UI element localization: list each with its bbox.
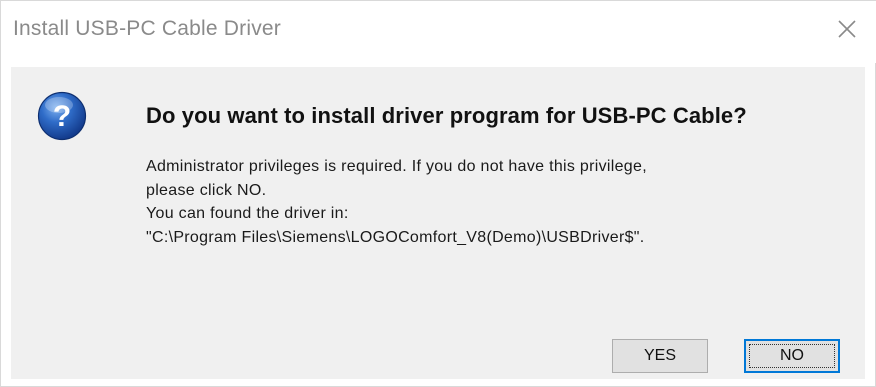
close-button[interactable] bbox=[827, 11, 867, 47]
no-button[interactable]: NO bbox=[744, 339, 840, 373]
svg-text:?: ? bbox=[53, 100, 71, 133]
message-line: You can found the driver in: bbox=[146, 205, 349, 222]
message-line: please click NO. bbox=[146, 181, 267, 199]
window-title: Install USB-PC Cable Driver bbox=[13, 17, 281, 40]
dialog-content: ? Do you want to install driver program … bbox=[11, 67, 865, 379]
main-instruction: Do you want to install driver program fo… bbox=[146, 103, 747, 128]
title-bar: Install USB-PC Cable Driver bbox=[1, 1, 876, 63]
focus-rectangle bbox=[749, 344, 835, 368]
message-line: Administrator privileges is required. If… bbox=[146, 158, 647, 175]
dialog-message: Administrator privileges is required. If… bbox=[146, 155, 647, 249]
message-line: "C:\Program Files\Siemens\LOGOComfort_V8… bbox=[146, 228, 645, 246]
dialog-window: Install USB-PC Cable Driver ? Do you wan… bbox=[0, 0, 876, 387]
question-icon: ? bbox=[37, 91, 87, 141]
close-x-icon bbox=[838, 20, 856, 38]
yes-button[interactable]: YES bbox=[612, 339, 708, 373]
